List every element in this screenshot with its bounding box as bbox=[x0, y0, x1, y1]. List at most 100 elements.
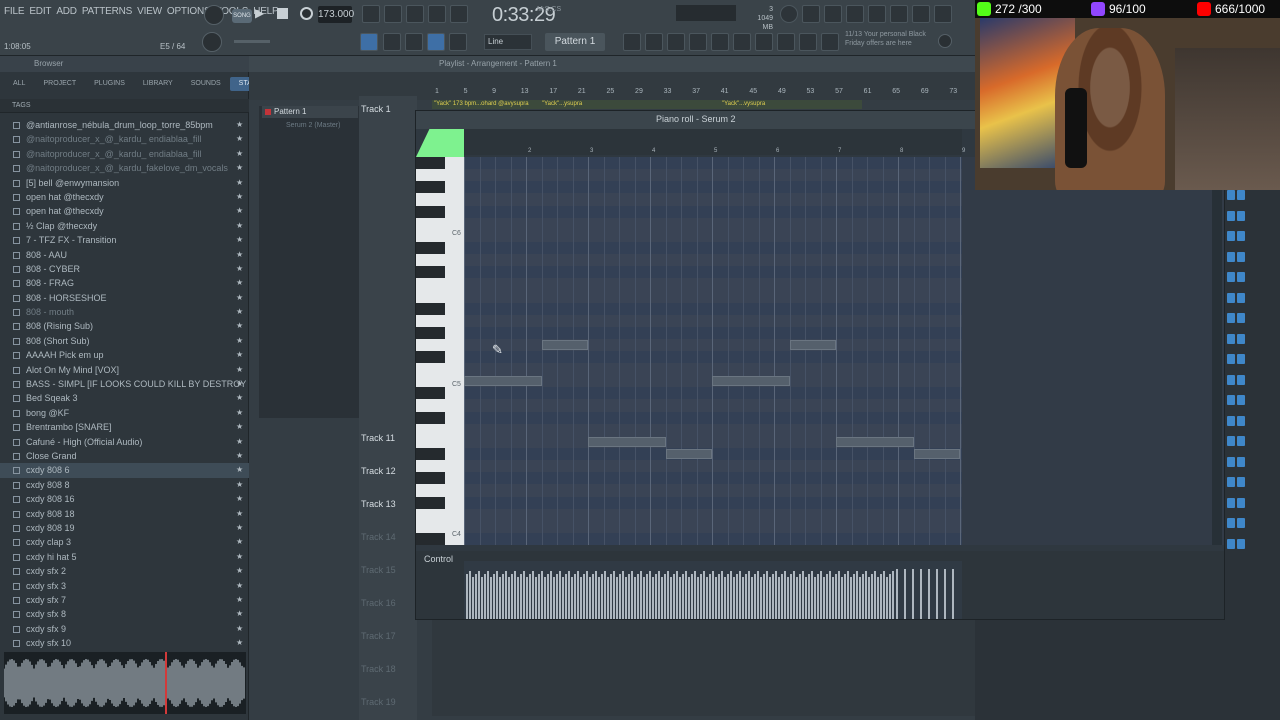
note[interactable] bbox=[665, 449, 712, 459]
velocity-bar[interactable] bbox=[874, 571, 876, 619]
velocity-bar[interactable] bbox=[520, 574, 522, 619]
velocity-bar[interactable] bbox=[733, 577, 735, 619]
velocity-bar[interactable] bbox=[667, 571, 669, 619]
star-icon[interactable]: ★ bbox=[236, 406, 243, 420]
black-key[interactable] bbox=[416, 472, 445, 485]
mixer-insert-slot[interactable] bbox=[1226, 190, 1246, 200]
black-key[interactable] bbox=[416, 532, 445, 545]
tab-plugins[interactable]: PLUGINS bbox=[85, 77, 134, 91]
velocity-bar[interactable] bbox=[781, 574, 783, 619]
velocity-bar[interactable] bbox=[868, 577, 870, 619]
browser-item[interactable]: AAAAH Pick em up ★ bbox=[0, 348, 249, 362]
note[interactable] bbox=[464, 376, 542, 387]
menu-add[interactable]: ADD bbox=[56, 6, 77, 17]
velocity-bar[interactable] bbox=[838, 571, 840, 619]
velocity-bar[interactable] bbox=[634, 577, 636, 619]
velocity-bar[interactable] bbox=[763, 574, 765, 619]
star-icon[interactable]: ★ bbox=[236, 507, 243, 521]
star-icon[interactable]: ★ bbox=[236, 593, 243, 607]
velocity-bar[interactable] bbox=[745, 574, 747, 619]
mixer-insert-slot[interactable] bbox=[1226, 210, 1246, 221]
velocity-bar[interactable] bbox=[535, 577, 537, 619]
velocity-bar[interactable] bbox=[841, 577, 843, 619]
menu-view[interactable]: VIEW bbox=[137, 6, 162, 17]
velocity-bar[interactable] bbox=[805, 577, 807, 619]
mixer-insert-slot[interactable] bbox=[1226, 538, 1246, 549]
record-button[interactable] bbox=[300, 7, 313, 20]
mixer-icon[interactable] bbox=[667, 33, 685, 51]
velocity-bar[interactable] bbox=[853, 574, 855, 619]
piano-roll-ruler[interactable]: 2 3 4 5 6 7 8 9 bbox=[464, 129, 965, 155]
velocity-bar[interactable] bbox=[598, 577, 600, 619]
velocity-bar[interactable] bbox=[466, 574, 468, 619]
velocity-bar[interactable] bbox=[526, 577, 528, 619]
mixer-insert-slot[interactable] bbox=[1226, 477, 1246, 487]
velocity-bar[interactable] bbox=[622, 571, 624, 619]
browser-item[interactable]: @antianrose_nébula_drum_loop_torre_85bpm… bbox=[0, 118, 249, 132]
star-icon[interactable]: ★ bbox=[236, 132, 243, 146]
browser-item[interactable]: 808 (Short Sub) ★ bbox=[0, 334, 249, 348]
velocity-bar[interactable] bbox=[619, 574, 621, 619]
velocity-bar[interactable] bbox=[790, 574, 792, 619]
star-icon[interactable]: ★ bbox=[236, 579, 243, 593]
velocity-bar[interactable] bbox=[637, 574, 639, 619]
mixer-insert-slot[interactable] bbox=[1226, 313, 1246, 323]
touch-controller-icon[interactable] bbox=[755, 33, 773, 51]
download-icon[interactable] bbox=[934, 5, 952, 23]
velocity-bar[interactable] bbox=[625, 577, 627, 619]
velocity-bar[interactable] bbox=[709, 574, 711, 619]
velocity-bar[interactable] bbox=[793, 571, 795, 619]
star-icon[interactable]: ★ bbox=[236, 521, 243, 535]
mixer-insert-slot[interactable] bbox=[1226, 518, 1246, 528]
star-icon[interactable]: ★ bbox=[236, 607, 243, 621]
velocity-bar[interactable] bbox=[718, 574, 720, 619]
master-volume-knob[interactable] bbox=[202, 32, 222, 52]
velocity-bar[interactable] bbox=[493, 574, 495, 619]
velocity-bar[interactable] bbox=[730, 571, 732, 619]
velocity-bar[interactable] bbox=[859, 577, 861, 619]
velocity-bar[interactable] bbox=[499, 577, 501, 619]
link-icon[interactable] bbox=[427, 33, 445, 51]
pattern-song-knob-icon[interactable] bbox=[204, 5, 224, 25]
velocity-bar[interactable] bbox=[670, 577, 672, 619]
velocity-bar[interactable] bbox=[649, 571, 651, 619]
browser-item[interactable]: cxdy 808 16 ★ bbox=[0, 492, 249, 506]
note[interactable] bbox=[913, 449, 960, 459]
browser-item[interactable]: Cafuné - High (Official Audio) ★ bbox=[0, 435, 249, 449]
black-key[interactable] bbox=[416, 266, 445, 279]
track-label[interactable]: Track 12 bbox=[361, 466, 396, 476]
velocity-bar[interactable] bbox=[715, 577, 717, 619]
velocity-bar[interactable] bbox=[478, 571, 480, 619]
browser-item[interactable]: 808 - HORSESHOE ★ bbox=[0, 291, 249, 305]
velocity-bar[interactable] bbox=[472, 577, 474, 619]
velocity-bar[interactable] bbox=[697, 577, 699, 619]
velocity-bar[interactable] bbox=[835, 574, 837, 619]
playlist-view-icon[interactable] bbox=[623, 33, 641, 51]
velocity-bar[interactable] bbox=[565, 574, 567, 619]
velocity-bar[interactable] bbox=[475, 574, 477, 619]
track-label[interactable]: Track 14 bbox=[361, 532, 396, 542]
browser-item[interactable]: Brentrambo [SNARE] ★ bbox=[0, 420, 249, 434]
velocity-bar[interactable] bbox=[661, 577, 663, 619]
track-label[interactable]: Track 15 bbox=[361, 565, 396, 575]
playlist-lanes[interactable] bbox=[432, 616, 975, 716]
velocity-bar[interactable] bbox=[592, 574, 594, 619]
velocity-bar[interactable] bbox=[676, 571, 678, 619]
velocity-bar[interactable] bbox=[862, 574, 864, 619]
velocity-bar[interactable] bbox=[817, 574, 819, 619]
snap-select[interactable]: Line bbox=[484, 34, 532, 50]
tab-project[interactable]: PROJECT bbox=[34, 77, 85, 91]
velocity-bar[interactable] bbox=[936, 569, 938, 619]
note-grid-outside[interactable] bbox=[962, 157, 1224, 545]
browser-item[interactable]: cxdy clap 3 ★ bbox=[0, 535, 249, 549]
black-key[interactable] bbox=[416, 205, 445, 218]
velocity-bar[interactable] bbox=[646, 574, 648, 619]
velocity-bar[interactable] bbox=[688, 577, 690, 619]
velocity-bar[interactable] bbox=[613, 571, 615, 619]
velocity-bar[interactable] bbox=[544, 577, 546, 619]
pattern-item[interactable]: Pattern 1 bbox=[262, 106, 358, 118]
velocity-bar[interactable] bbox=[508, 577, 510, 619]
track-label[interactable]: Track 19 bbox=[361, 697, 396, 707]
browser-item[interactable]: 7 - TFZ FX - Transition ★ bbox=[0, 233, 249, 247]
mixer-insert-slot[interactable] bbox=[1226, 374, 1246, 385]
